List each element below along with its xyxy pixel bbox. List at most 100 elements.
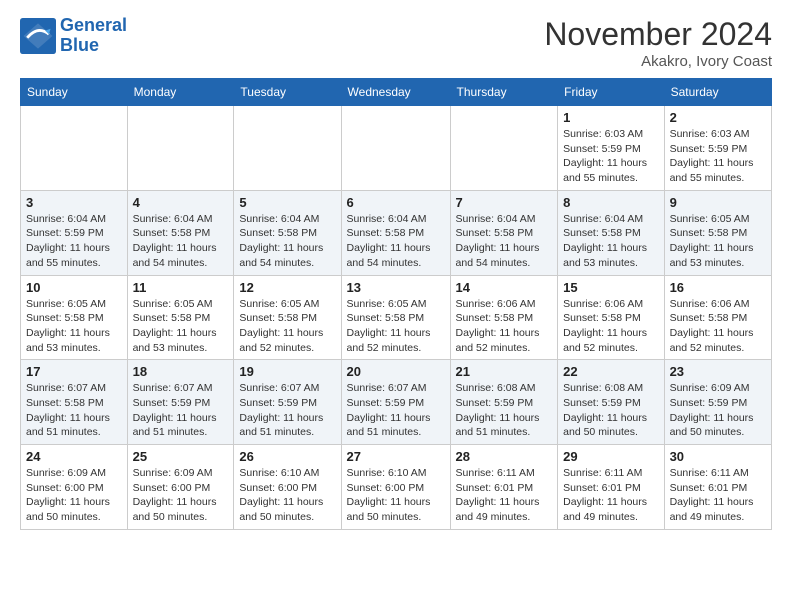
day-info: Sunrise: 6:03 AM Sunset: 5:59 PM Dayligh…: [670, 127, 766, 186]
calendar-cell: 14 Sunrise: 6:06 AM Sunset: 5:58 PM Dayli…: [450, 275, 558, 360]
calendar-cell: 20 Sunrise: 6:07 AM Sunset: 5:59 PM Dayli…: [341, 360, 450, 445]
day-info: Sunrise: 6:07 AM Sunset: 5:59 PM Dayligh…: [239, 381, 335, 440]
day-info: Sunrise: 6:08 AM Sunset: 5:59 PM Dayligh…: [563, 381, 658, 440]
day-number: 19: [239, 364, 335, 379]
logo-general: General: [60, 15, 127, 35]
calendar-cell: 3Sunrise: 6:04 AM Sunset: 5:59 PM Daylig…: [21, 190, 128, 275]
calendar-cell: [234, 106, 341, 191]
day-info: Sunrise: 6:10 AM Sunset: 6:00 PM Dayligh…: [347, 466, 445, 525]
location: Akakro, Ivory Coast: [544, 53, 772, 70]
day-info: Sunrise: 6:05 AM Sunset: 5:58 PM Dayligh…: [133, 297, 229, 356]
day-number: 1: [563, 110, 658, 125]
day-info: Sunrise: 6:09 AM Sunset: 6:00 PM Dayligh…: [133, 466, 229, 525]
calendar-week-row: 10Sunrise: 6:05 AM Sunset: 5:58 PM Dayli…: [21, 275, 772, 360]
day-number: 8: [563, 195, 658, 210]
day-number: 6: [347, 195, 445, 210]
calendar-cell: 12Sunrise: 6:05 AM Sunset: 5:58 PM Dayli…: [234, 275, 341, 360]
day-number: 30: [670, 449, 766, 464]
day-number: 25: [133, 449, 229, 464]
day-number: 4: [133, 195, 229, 210]
day-info: Sunrise: 6:05 AM Sunset: 5:58 PM Dayligh…: [26, 297, 122, 356]
day-number: 12: [239, 280, 335, 295]
day-info: Sunrise: 6:11 AM Sunset: 6:01 PM Dayligh…: [563, 466, 658, 525]
day-info: Sunrise: 6:04 AM Sunset: 5:59 PM Dayligh…: [26, 212, 122, 271]
calendar-cell: 5 Sunrise: 6:04 AM Sunset: 5:58 PM Daylig…: [234, 190, 341, 275]
calendar-cell: 21Sunrise: 6:08 AM Sunset: 5:59 PM Dayli…: [450, 360, 558, 445]
day-info: Sunrise: 6:04 AM Sunset: 5:58 PM Dayligh…: [456, 212, 553, 271]
calendar-cell: 25 Sunrise: 6:09 AM Sunset: 6:00 PM Dayli…: [127, 445, 234, 530]
day-info: Sunrise: 6:07 AM Sunset: 5:59 PM Dayligh…: [133, 381, 229, 440]
day-number: 26: [239, 449, 335, 464]
day-info: Sunrise: 6:06 AM Sunset: 5:58 PM Dayligh…: [670, 297, 766, 356]
weekday-header: Saturday: [664, 79, 771, 106]
day-number: 15: [563, 280, 658, 295]
calendar-cell: 30 Sunrise: 6:11 AM Sunset: 6:01 PM Dayli…: [664, 445, 771, 530]
day-number: 27: [347, 449, 445, 464]
calendar-cell: 27 Sunrise: 6:10 AM Sunset: 6:00 PM Dayli…: [341, 445, 450, 530]
calendar-cell: 10Sunrise: 6:05 AM Sunset: 5:58 PM Dayli…: [21, 275, 128, 360]
day-number: 13: [347, 280, 445, 295]
calendar-cell: 26 Sunrise: 6:10 AM Sunset: 6:00 PM Dayli…: [234, 445, 341, 530]
calendar-cell: 7Sunrise: 6:04 AM Sunset: 5:58 PM Daylig…: [450, 190, 558, 275]
calendar-cell: 8 Sunrise: 6:04 AM Sunset: 5:58 PM Daylig…: [558, 190, 664, 275]
calendar-week-row: 17Sunrise: 6:07 AM Sunset: 5:58 PM Dayli…: [21, 360, 772, 445]
day-number: 18: [133, 364, 229, 379]
day-info: Sunrise: 6:10 AM Sunset: 6:00 PM Dayligh…: [239, 466, 335, 525]
day-info: Sunrise: 6:08 AM Sunset: 5:59 PM Dayligh…: [456, 381, 553, 440]
calendar-cell: 15 Sunrise: 6:06 AM Sunset: 5:58 PM Dayli…: [558, 275, 664, 360]
day-info: Sunrise: 6:03 AM Sunset: 5:59 PM Dayligh…: [563, 127, 658, 186]
calendar-cell: 19 Sunrise: 6:07 AM Sunset: 5:59 PM Dayli…: [234, 360, 341, 445]
weekday-header: Wednesday: [341, 79, 450, 106]
day-number: 23: [670, 364, 766, 379]
weekday-header: Monday: [127, 79, 234, 106]
month-title: November 2024: [544, 16, 772, 53]
day-info: Sunrise: 6:09 AM Sunset: 6:00 PM Dayligh…: [26, 466, 122, 525]
day-info: Sunrise: 6:04 AM Sunset: 5:58 PM Dayligh…: [133, 212, 229, 271]
day-info: Sunrise: 6:06 AM Sunset: 5:58 PM Dayligh…: [563, 297, 658, 356]
calendar-week-row: 1 Sunrise: 6:03 AM Sunset: 5:59 PM Daylig…: [21, 106, 772, 191]
calendar-cell: 13 Sunrise: 6:05 AM Sunset: 5:58 PM Dayli…: [341, 275, 450, 360]
calendar-week-row: 24Sunrise: 6:09 AM Sunset: 6:00 PM Dayli…: [21, 445, 772, 530]
day-number: 28: [456, 449, 553, 464]
day-number: 20: [347, 364, 445, 379]
day-number: 22: [563, 364, 658, 379]
day-number: 9: [670, 195, 766, 210]
day-info: Sunrise: 6:11 AM Sunset: 6:01 PM Dayligh…: [670, 466, 766, 525]
calendar-cell: 4 Sunrise: 6:04 AM Sunset: 5:58 PM Daylig…: [127, 190, 234, 275]
calendar: SundayMondayTuesdayWednesdayThursdayFrid…: [20, 78, 772, 530]
calendar-cell: [21, 106, 128, 191]
day-info: Sunrise: 6:07 AM Sunset: 5:59 PM Dayligh…: [347, 381, 445, 440]
day-info: Sunrise: 6:04 AM Sunset: 5:58 PM Dayligh…: [563, 212, 658, 271]
page: General Blue November 2024 Akakro, Ivory…: [0, 0, 792, 540]
weekday-header: Thursday: [450, 79, 558, 106]
calendar-cell: 23 Sunrise: 6:09 AM Sunset: 5:59 PM Dayli…: [664, 360, 771, 445]
day-number: 16: [670, 280, 766, 295]
calendar-cell: [341, 106, 450, 191]
day-info: Sunrise: 6:04 AM Sunset: 5:58 PM Dayligh…: [239, 212, 335, 271]
weekday-header: Friday: [558, 79, 664, 106]
calendar-cell: 18 Sunrise: 6:07 AM Sunset: 5:59 PM Dayli…: [127, 360, 234, 445]
logo: General Blue: [20, 16, 127, 56]
calendar-cell: 16 Sunrise: 6:06 AM Sunset: 5:58 PM Dayli…: [664, 275, 771, 360]
day-info: Sunrise: 6:07 AM Sunset: 5:58 PM Dayligh…: [26, 381, 122, 440]
title-block: November 2024 Akakro, Ivory Coast: [544, 16, 772, 70]
logo-blue: Blue: [60, 35, 99, 55]
logo-text: General Blue: [60, 16, 127, 56]
calendar-cell: 11Sunrise: 6:05 AM Sunset: 5:58 PM Dayli…: [127, 275, 234, 360]
calendar-cell: 9 Sunrise: 6:05 AM Sunset: 5:58 PM Daylig…: [664, 190, 771, 275]
day-info: Sunrise: 6:05 AM Sunset: 5:58 PM Dayligh…: [670, 212, 766, 271]
day-info: Sunrise: 6:09 AM Sunset: 5:59 PM Dayligh…: [670, 381, 766, 440]
day-number: 14: [456, 280, 553, 295]
calendar-cell: [450, 106, 558, 191]
calendar-header-row: SundayMondayTuesdayWednesdayThursdayFrid…: [21, 79, 772, 106]
calendar-cell: 1 Sunrise: 6:03 AM Sunset: 5:59 PM Daylig…: [558, 106, 664, 191]
calendar-cell: 28Sunrise: 6:11 AM Sunset: 6:01 PM Dayli…: [450, 445, 558, 530]
calendar-cell: 2Sunrise: 6:03 AM Sunset: 5:59 PM Daylig…: [664, 106, 771, 191]
weekday-header: Sunday: [21, 79, 128, 106]
day-info: Sunrise: 6:06 AM Sunset: 5:58 PM Dayligh…: [456, 297, 553, 356]
logo-icon: [20, 18, 56, 54]
day-info: Sunrise: 6:04 AM Sunset: 5:58 PM Dayligh…: [347, 212, 445, 271]
day-info: Sunrise: 6:05 AM Sunset: 5:58 PM Dayligh…: [347, 297, 445, 356]
day-number: 5: [239, 195, 335, 210]
calendar-cell: 6 Sunrise: 6:04 AM Sunset: 5:58 PM Daylig…: [341, 190, 450, 275]
